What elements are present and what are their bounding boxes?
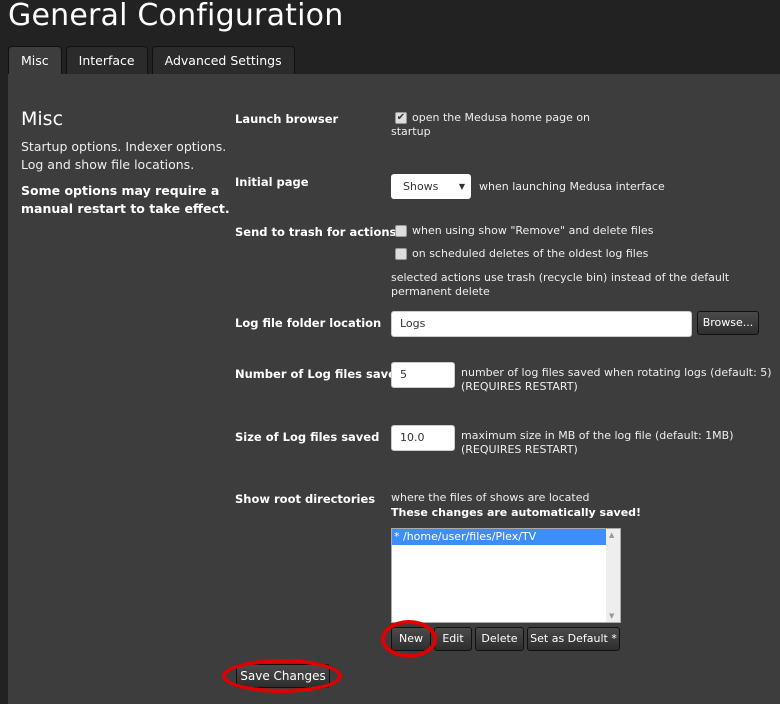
section-sidebar: Misc Startup options. Indexer options. L… xyxy=(21,108,236,226)
trash-note: selected actions use trash (recycle bin)… xyxy=(391,271,730,298)
log-folder-input[interactable]: Logs xyxy=(391,311,692,337)
delete-root-dir-button[interactable]: Delete xyxy=(475,627,524,651)
initial-page-label: Initial page xyxy=(235,175,309,189)
log-count-help: number of log files saved when rotating … xyxy=(461,366,772,379)
tab-advanced-settings[interactable]: Advanced Settings xyxy=(151,46,295,75)
tab-interface[interactable]: Interface xyxy=(65,46,148,75)
launch-browser-text-2: startup xyxy=(391,125,431,138)
trash-remove-text: when using show "Remove" and delete file… xyxy=(412,224,654,237)
log-count-input[interactable]: 5 xyxy=(391,362,455,388)
root-dirs-label: Show root directories xyxy=(235,492,376,506)
new-root-dir-button[interactable]: New xyxy=(391,627,431,651)
launch-browser-text: open the Medusa home page on xyxy=(412,111,591,124)
log-size-restart: (REQUIRES RESTART) xyxy=(461,443,578,456)
send-to-trash-label: Send to trash for actions xyxy=(235,225,397,239)
browse-button[interactable]: Browse... xyxy=(697,311,759,335)
initial-page-suffix: when launching Medusa interface xyxy=(479,180,665,193)
tab-misc[interactable]: Misc xyxy=(8,46,62,76)
section-title: Misc xyxy=(21,108,64,130)
log-size-input[interactable]: 10.0 xyxy=(391,425,455,451)
initial-page-select[interactable]: Shows ▼ xyxy=(391,174,471,199)
checkmark-icon: ✔ xyxy=(396,112,406,123)
root-dir-item[interactable]: * /home/user/files/Plex/TV xyxy=(392,529,607,545)
page-title: General Configuration xyxy=(8,0,344,33)
list-scrollbar[interactable]: ▲ ▼ xyxy=(606,529,620,622)
root-dirs-help: where the files of shows are located xyxy=(391,491,590,504)
log-size-label: Size of Log files saved xyxy=(235,430,380,444)
section-description: Startup options. Indexer options. Log an… xyxy=(21,139,227,172)
trash-logs-checkbox[interactable] xyxy=(395,248,407,260)
set-default-button[interactable]: Set as Default * xyxy=(527,627,620,651)
log-count-label: Number of Log files saved xyxy=(235,367,405,381)
launch-browser-label: Launch browser xyxy=(235,112,339,126)
initial-page-selected: Shows xyxy=(403,180,439,193)
trash-remove-checkbox[interactable] xyxy=(395,225,407,237)
save-changes-button[interactable]: Save Changes xyxy=(236,664,330,688)
log-size-help: maximum size in MB of the log file (defa… xyxy=(461,429,734,442)
root-dirs-list[interactable]: * /home/user/files/Plex/TV ▲ ▼ xyxy=(391,528,621,623)
edit-root-dir-button[interactable]: Edit xyxy=(434,627,472,651)
config-tabs: Misc Interface Advanced Settings xyxy=(8,46,299,76)
log-count-restart: (REQUIRES RESTART) xyxy=(461,380,578,393)
section-note: Some options may require a manual restar… xyxy=(21,183,230,216)
log-folder-label: Log file folder location xyxy=(235,316,382,330)
dropdown-arrow-icon: ▼ xyxy=(458,182,465,191)
trash-logs-text: on scheduled deletes of the oldest log f… xyxy=(412,247,649,260)
launch-browser-checkbox[interactable]: ✔ xyxy=(395,112,407,124)
root-dirs-note: These changes are automatically saved! xyxy=(391,506,642,519)
scroll-down-icon[interactable]: ▼ xyxy=(609,612,614,620)
scroll-up-icon[interactable]: ▲ xyxy=(609,531,614,539)
